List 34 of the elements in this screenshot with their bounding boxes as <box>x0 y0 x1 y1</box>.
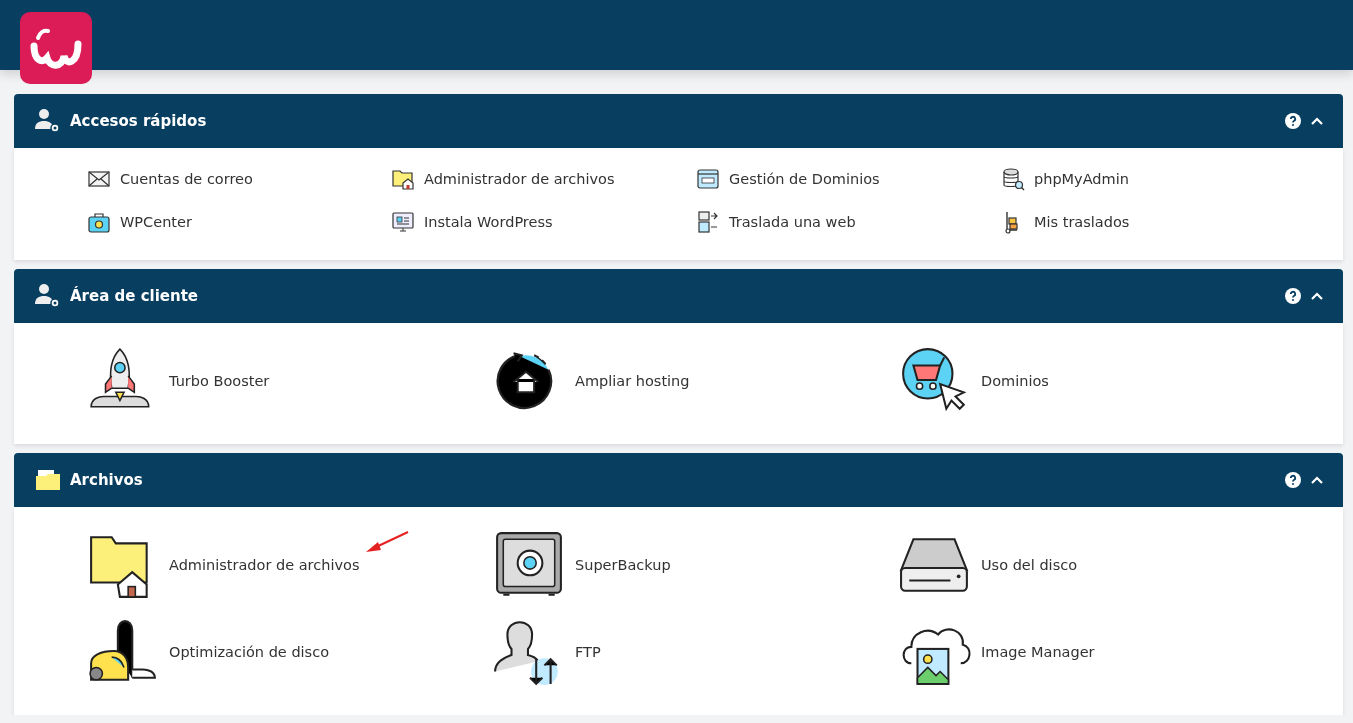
help-button[interactable] <box>1285 113 1301 129</box>
arrow-annotation <box>364 530 410 554</box>
shortcut-link[interactable]: Uso del disco <box>899 521 1305 608</box>
person-gear-icon <box>34 107 62 135</box>
shortcut-link[interactable]: Cuentas de correo <box>87 162 391 195</box>
database-icon <box>1001 166 1025 191</box>
help-icon <box>1285 288 1301 304</box>
section-title: Accesos rápidos <box>70 112 208 130</box>
help-button[interactable] <box>1285 472 1301 488</box>
shortcut-link[interactable]: phpMyAdmin <box>1001 162 1306 195</box>
shortcut-link[interactable]: FTP <box>493 608 899 695</box>
shortcut-link[interactable]: Image Manager <box>899 608 1305 695</box>
help-icon <box>1285 113 1301 129</box>
shortcut-link[interactable]: Turbo Booster <box>87 337 493 424</box>
shortcut-link[interactable]: Instala WordPress <box>391 205 696 238</box>
section-title: Área de cliente <box>70 287 200 305</box>
shortcut-link[interactable]: Administrador de archivos <box>87 521 493 608</box>
monitor-icon <box>391 209 415 234</box>
server-transfer-icon <box>696 209 720 234</box>
shortcut-link[interactable]: Dominios <box>899 337 1305 424</box>
person-gear-icon <box>34 282 62 310</box>
shortcut-link[interactable]: Ampliar hosting <box>493 337 899 424</box>
shortcut-link[interactable]: Administrador de archivos <box>391 162 696 195</box>
shortcut-link[interactable]: Gestión de Dominios <box>696 162 1001 195</box>
logo-icon[interactable] <box>20 12 92 84</box>
browser-window-icon <box>696 166 720 191</box>
shortcut-link[interactable]: SuperBackup <box>493 521 899 608</box>
help-icon <box>1285 472 1301 488</box>
shortcut-link[interactable]: Mis traslados <box>1001 205 1306 238</box>
help-button[interactable] <box>1285 288 1301 304</box>
shortcut-link[interactable]: Optimización de disco <box>87 608 493 695</box>
shortcut-link[interactable]: WPCenter <box>87 205 391 238</box>
section-title: Archivos <box>70 471 144 489</box>
shortcut-link[interactable]: Traslada una web <box>696 205 1001 238</box>
